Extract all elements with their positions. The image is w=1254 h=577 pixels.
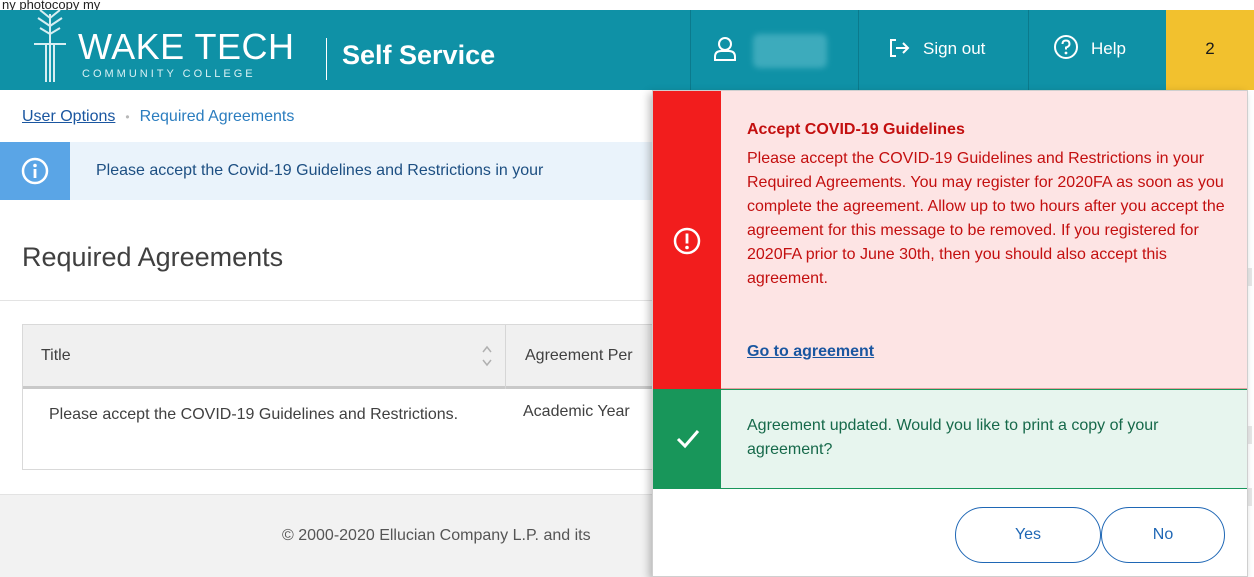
footer: © 2000-2020 Ellucian Company L.P. and it…: [0, 494, 660, 577]
logo-subtitle: COMMUNITY COLLEGE: [82, 68, 256, 80]
no-button[interactable]: No: [1101, 507, 1225, 563]
check-icon: [676, 430, 700, 449]
copyright-text: © 2000-2020 Ellucian Company L.P. and it…: [282, 527, 591, 544]
app-window: WAKE TECH COMMUNITY COLLEGE Self Service…: [0, 10, 1254, 577]
alert-icon: [673, 227, 701, 255]
help-icon: [1054, 35, 1078, 59]
college-logo[interactable]: WAKE TECH COMMUNITY COLLEGE Self Service: [14, 10, 514, 90]
column-header-agreement-period[interactable]: Agreement Per: [525, 347, 633, 365]
breadcrumb-required-agreements[interactable]: Required Agreements: [140, 108, 295, 125]
notification-count: 2: [1205, 39, 1215, 58]
agreements-table: Title Agreement Per Please accept the CO…: [22, 324, 663, 471]
sign-out-button[interactable]: Sign out: [858, 10, 1028, 90]
notifications-button[interactable]: 2: [1166, 10, 1254, 90]
info-banner-side: [0, 142, 70, 200]
breadcrumb: User Options • Required Agreements: [22, 108, 294, 126]
user-icon: [714, 37, 736, 61]
info-icon: [21, 157, 49, 185]
table-row[interactable]: Please accept the COVID-19 Guidelines an…: [23, 389, 663, 471]
page-caption: ny photocopy my: [2, 0, 101, 10]
help-label: Help: [1091, 39, 1126, 58]
notification-error-title: Accept COVID-19 Guidelines: [747, 121, 965, 138]
cell-title: Please accept the COVID-19 Guidelines an…: [49, 406, 459, 423]
logo-wordmark: WAKE TECH: [78, 26, 295, 67]
notification-success-message: Agreement updated. Would you like to pri…: [747, 417, 1159, 458]
notification-error-body: Please accept the COVID-19 Guidelines an…: [747, 150, 1225, 287]
sort-icon[interactable]: [481, 343, 493, 369]
sign-out-label: Sign out: [923, 39, 986, 58]
page-title: Required Agreements: [22, 242, 284, 272]
info-banner: Please accept the Covid-19 Guidelines an…: [0, 142, 660, 200]
notification-error: Accept COVID-19 Guidelines Please accept…: [653, 91, 1247, 389]
column-divider: [505, 325, 506, 389]
wheat-logo-icon: [34, 10, 66, 82]
cell-agreement-period: Academic Year: [523, 403, 630, 420]
yes-button[interactable]: Yes: [955, 507, 1101, 563]
app-name: Self Service: [342, 40, 496, 70]
breadcrumb-separator: •: [125, 110, 130, 124]
column-header-title[interactable]: Title: [41, 347, 71, 365]
breadcrumb-user-options[interactable]: User Options: [22, 108, 115, 125]
info-banner-message: Please accept the Covid-19 Guidelines an…: [96, 162, 544, 179]
notification-success: Agreement updated. Would you like to pri…: [653, 389, 1247, 489]
user-menu-button[interactable]: [690, 10, 858, 90]
sign-out-icon: [890, 39, 910, 57]
user-name-redacted: [753, 34, 827, 68]
table-header: Title Agreement Per: [23, 325, 663, 389]
success-side: [653, 390, 721, 488]
title-divider: [0, 300, 660, 301]
header-bar: WAKE TECH COMMUNITY COLLEGE Self Service…: [0, 10, 1254, 90]
go-to-agreement-link[interactable]: Go to agreement: [747, 343, 874, 361]
logo-divider: [326, 38, 327, 80]
notification-panel: Accept COVID-19 Guidelines Please accept…: [652, 90, 1248, 577]
error-side: [653, 91, 721, 389]
help-button[interactable]: Help: [1028, 10, 1166, 90]
